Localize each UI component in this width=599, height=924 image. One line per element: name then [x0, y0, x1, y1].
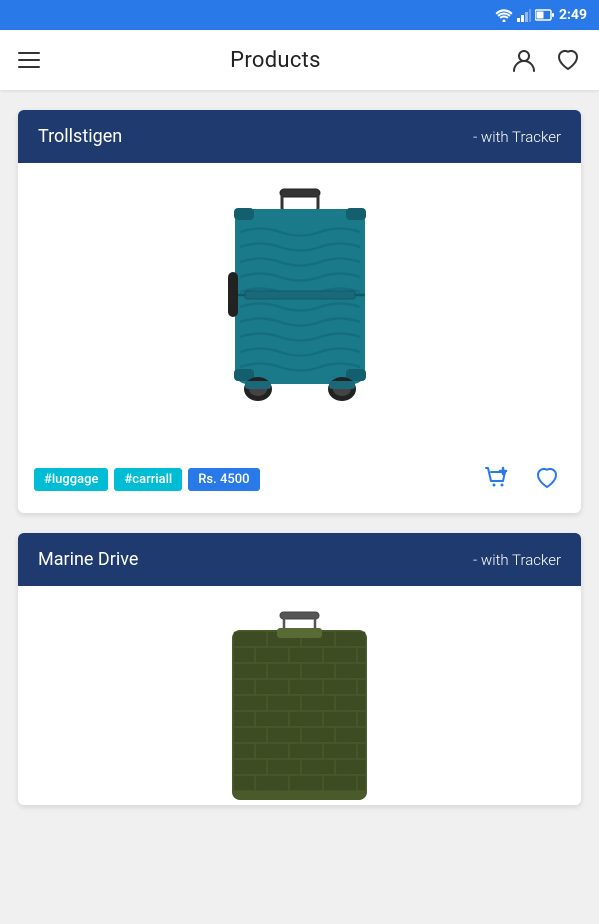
status-bar: 2:49 — [0, 0, 599, 30]
battery-icon — [535, 9, 555, 21]
wifi-icon — [495, 9, 513, 22]
hamburger-line-3 — [18, 66, 40, 68]
teal-suitcase-image — [220, 187, 380, 422]
tag-price-trollstigen: Rs. 4500 — [188, 468, 259, 491]
status-time: 2:49 — [559, 7, 587, 23]
header: Products — [0, 30, 599, 90]
page-title: Products — [230, 48, 321, 73]
product-image-trollstigen — [18, 163, 581, 446]
product-tags-trollstigen: #luggage #carriall Rs. 4500 — [34, 468, 260, 491]
product-card-marine-drive: Marine Drive - with Tracker — [18, 533, 581, 805]
tag-luggage[interactable]: #luggage — [34, 468, 108, 491]
product-header-marine-drive: Marine Drive - with Tracker — [18, 533, 581, 586]
product-actions-trollstigen — [479, 460, 565, 499]
product-subtitle-trollstigen: - with Tracker — [473, 128, 561, 146]
hamburger-line-1 — [18, 52, 40, 54]
cart-icon — [483, 464, 511, 492]
product-header-trollstigen: Trollstigen - with Tracker — [18, 110, 581, 163]
product-name-marine-drive: Marine Drive — [38, 549, 138, 570]
hamburger-line-2 — [18, 59, 40, 61]
main-content: Trollstigen - with Tracker — [0, 90, 599, 825]
wishlist-icon[interactable] — [555, 47, 581, 73]
product-footer-trollstigen: #luggage #carriall Rs. 4500 — [18, 446, 581, 513]
profile-icon[interactable] — [511, 47, 537, 73]
hamburger-menu-button[interactable] — [18, 52, 40, 68]
product-image-marine-drive — [18, 586, 581, 805]
signal-icon — [517, 9, 531, 22]
product-card-trollstigen: Trollstigen - with Tracker — [18, 110, 581, 513]
wishlist-button-trollstigen[interactable] — [529, 460, 565, 499]
tag-carriall[interactable]: #carriall — [114, 468, 182, 491]
product-name-trollstigen: Trollstigen — [38, 126, 122, 147]
add-to-cart-button-trollstigen[interactable] — [479, 460, 515, 499]
status-icons: 2:49 — [495, 7, 587, 23]
green-suitcase-image — [222, 610, 377, 805]
product-subtitle-marine-drive: - with Tracker — [473, 551, 561, 569]
header-actions — [511, 47, 581, 73]
heart-small-icon — [533, 464, 561, 492]
